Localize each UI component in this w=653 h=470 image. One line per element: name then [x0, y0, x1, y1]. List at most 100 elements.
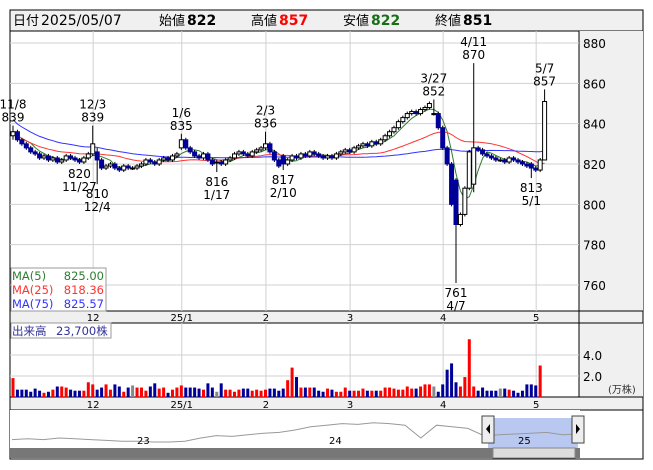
volume-bar — [64, 387, 68, 397]
candle-body — [316, 153, 322, 157]
volume-bar — [365, 390, 369, 397]
volume-bar — [46, 391, 50, 397]
volume-bar — [467, 339, 471, 397]
volume-bar — [370, 390, 374, 397]
candle-body — [395, 121, 401, 129]
ma25-label: MA(25) — [12, 283, 53, 297]
volume-bar — [233, 391, 236, 397]
volume-bar — [206, 383, 210, 397]
candle-body — [360, 143, 366, 147]
candle-body — [196, 155, 202, 159]
candle-body — [138, 163, 144, 167]
volume-bar — [73, 390, 77, 397]
candle-body — [488, 155, 494, 159]
volume-bar — [303, 387, 307, 397]
volume-bar — [188, 387, 192, 397]
volume-bar — [410, 388, 414, 397]
candle-body — [471, 147, 477, 185]
annotation-value: 839 — [2, 111, 25, 125]
candle-body — [121, 165, 127, 171]
volume-month-label: 3 — [347, 400, 353, 411]
annotation-date: 3/27 — [420, 71, 447, 85]
annotation-date: 4/11 — [460, 35, 487, 49]
volume-bar — [334, 391, 338, 397]
volume-bar — [481, 387, 485, 397]
annotation-value: 835 — [170, 119, 193, 133]
candle-body — [125, 165, 131, 169]
month-label: 3 — [347, 313, 353, 324]
annotation-value: 820 — [68, 167, 91, 181]
candle-body — [245, 153, 251, 157]
annotation-value: 761 — [445, 286, 468, 300]
volume-bar — [454, 382, 458, 397]
candle-body — [107, 163, 113, 167]
volume-bar — [51, 389, 55, 397]
volume-bar — [153, 383, 157, 397]
annotation-date: 12/3 — [79, 98, 106, 112]
volume-bar — [312, 387, 316, 397]
volume-bar — [476, 390, 480, 397]
candle-body — [338, 151, 344, 155]
volume-bar — [445, 369, 449, 397]
candle-body — [28, 147, 34, 153]
annotation-value: 839 — [81, 111, 104, 125]
candle-body — [373, 141, 379, 145]
candle-body — [263, 143, 269, 149]
candle-body — [511, 157, 517, 161]
volume-bar — [326, 388, 330, 397]
volume-bar — [148, 386, 152, 397]
volume-bar — [272, 388, 276, 397]
volume-month-label: 2 — [263, 400, 269, 411]
volume-bar — [357, 390, 361, 397]
volume-bar — [241, 388, 245, 397]
candle-body — [254, 149, 260, 153]
volume-bar — [82, 390, 86, 397]
volume-bar — [219, 383, 223, 397]
candle-body — [218, 161, 224, 165]
volume-bar — [131, 385, 135, 397]
volume-bar — [237, 389, 241, 397]
volume-bar — [228, 389, 232, 397]
candle-body — [99, 159, 105, 169]
volume-bar — [432, 386, 436, 397]
candle-body — [462, 187, 468, 215]
volume-bar — [534, 385, 538, 397]
volume-bar — [379, 390, 383, 397]
candle-body — [294, 155, 300, 159]
volume-bar — [396, 389, 400, 397]
annotation-date: 1/6 — [172, 106, 191, 120]
volume-tick-label: 4.0 — [583, 349, 602, 363]
annotation-date: 2/10 — [270, 186, 297, 200]
candle-body — [23, 143, 29, 149]
candle-body — [391, 127, 397, 133]
volume-bar — [38, 390, 42, 397]
ma25-value: 818.36 — [64, 283, 104, 297]
candle-body — [422, 107, 428, 111]
volume-bar — [450, 363, 454, 397]
candle-body — [59, 159, 65, 163]
candle-body — [311, 151, 317, 155]
volume-bar — [348, 390, 352, 397]
candle-body — [81, 157, 87, 163]
volume-bar — [277, 390, 281, 397]
open-label: 始値 — [159, 13, 185, 29]
volume-bar — [401, 389, 405, 397]
candle-body — [223, 159, 229, 165]
navigator[interactable]: 23 24 25 — [10, 410, 585, 459]
candle-body — [271, 151, 277, 161]
price-tick-label: 800 — [583, 198, 606, 212]
candle-body — [519, 161, 525, 165]
scrollbar-thumb[interactable] — [492, 447, 576, 459]
volume-bar — [215, 391, 219, 397]
volume-bar — [126, 387, 130, 397]
annotation-value: 852 — [422, 84, 445, 98]
candle-body — [524, 163, 530, 167]
candle-body — [515, 159, 521, 163]
ma75-label: MA(75) — [12, 297, 53, 311]
annotation-date: 12/4 — [84, 200, 111, 214]
close-label: 終値 — [435, 13, 461, 29]
candle-body — [480, 149, 486, 155]
volume-bar — [55, 386, 59, 397]
candle-body — [165, 157, 171, 161]
month-label: 5 — [533, 313, 539, 324]
